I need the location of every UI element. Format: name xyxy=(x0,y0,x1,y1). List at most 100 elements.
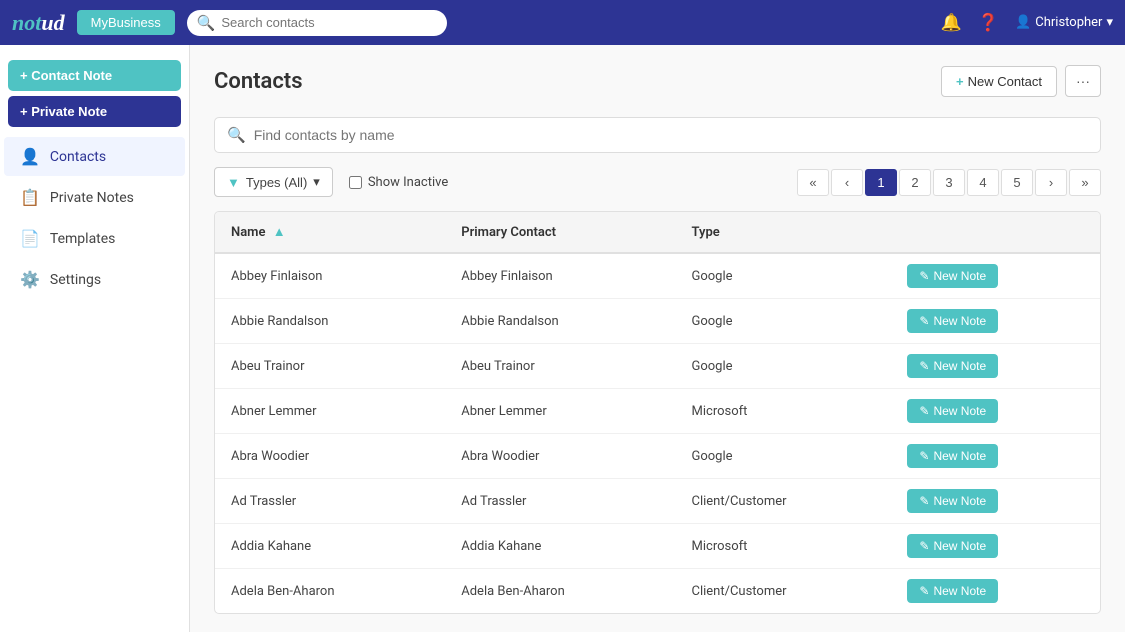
cell-type: Microsoft xyxy=(676,524,892,569)
cell-action: ✎ New Note xyxy=(891,299,1100,344)
cell-primary-contact: Abra Woodier xyxy=(445,434,675,479)
contacts-icon: 👤 xyxy=(20,147,40,166)
templates-icon: 📄 xyxy=(20,229,40,248)
table-row: Abbey Finlaison Abbey Finlaison Google ✎… xyxy=(215,253,1100,299)
page-header: Contacts + New Contact ··· xyxy=(214,65,1101,97)
user-icon: 👤 xyxy=(1015,15,1031,30)
new-note-button[interactable]: ✎ New Note xyxy=(907,444,998,468)
sidebar-item-label: Contacts xyxy=(50,149,106,165)
cell-primary-contact: Abbie Randalson xyxy=(445,299,675,344)
edit-icon: ✎ xyxy=(919,494,929,508)
cell-action: ✎ New Note xyxy=(891,524,1100,569)
show-inactive-checkbox[interactable] xyxy=(349,176,362,189)
column-name[interactable]: Name ▲ xyxy=(215,212,445,253)
cell-name: Abeu Trainor xyxy=(215,344,445,389)
sidebar-item-label: Templates xyxy=(50,231,116,247)
edit-icon: ✎ xyxy=(919,404,929,418)
pagination-last[interactable]: » xyxy=(1069,169,1101,196)
new-note-button[interactable]: ✎ New Note xyxy=(907,534,998,558)
nav-icons: 🔔 ❓ 👤 Christopher ▾ xyxy=(941,13,1113,33)
cell-type: Google xyxy=(676,344,892,389)
filter-icon: ▼ xyxy=(227,175,240,190)
pagination-next[interactable]: › xyxy=(1035,169,1067,196)
new-note-button[interactable]: ✎ New Note xyxy=(907,309,998,333)
cell-name: Abra Woodier xyxy=(215,434,445,479)
edit-icon: ✎ xyxy=(919,269,929,283)
pagination-prev[interactable]: ‹ xyxy=(831,169,863,196)
sidebar-item-templates[interactable]: 📄 Templates xyxy=(4,219,185,258)
cell-name: Adela Ben-Aharon xyxy=(215,569,445,614)
new-contact-button[interactable]: + New Contact xyxy=(941,66,1057,97)
cell-action: ✎ New Note xyxy=(891,479,1100,524)
main-content: Contacts + New Contact ··· 🔍 ▼ Types (Al… xyxy=(190,45,1125,632)
table-row: Addia Kahane Addia Kahane Microsoft ✎ Ne… xyxy=(215,524,1100,569)
user-name: Christopher xyxy=(1035,15,1102,30)
pagination-page-5[interactable]: 5 xyxy=(1001,169,1033,196)
pagination: « ‹ 1 2 3 4 5 › » xyxy=(797,169,1101,196)
cell-primary-contact: Adela Ben-Aharon xyxy=(445,569,675,614)
contacts-search-icon: 🔍 xyxy=(227,126,246,144)
contacts-search-input[interactable] xyxy=(254,127,1088,143)
layout: + Contact Note + Private Note 👤 Contacts… xyxy=(0,45,1125,632)
pagination-first[interactable]: « xyxy=(797,169,829,196)
edit-icon: ✎ xyxy=(919,314,929,328)
table-row: Abner Lemmer Abner Lemmer Microsoft ✎ Ne… xyxy=(215,389,1100,434)
cell-type: Google xyxy=(676,253,892,299)
table-row: Ad Trassler Ad Trassler Client/Customer … xyxy=(215,479,1100,524)
contacts-table: Name ▲ Primary Contact Type Abbey Finl xyxy=(214,211,1101,614)
global-search-bar: 🔍 xyxy=(187,10,447,36)
logo: notud xyxy=(12,10,65,36)
table-header-row: Name ▲ Primary Contact Type xyxy=(215,212,1100,253)
help-icon[interactable]: ❓ xyxy=(978,13,999,33)
types-filter-button[interactable]: ▼ Types (All) ▾ xyxy=(214,167,333,197)
sidebar-item-label: Settings xyxy=(50,272,101,288)
pagination-page-1[interactable]: 1 xyxy=(865,169,897,196)
more-options-button[interactable]: ··· xyxy=(1065,65,1101,97)
new-note-button[interactable]: ✎ New Note xyxy=(907,354,998,378)
contact-note-button[interactable]: + Contact Note xyxy=(8,60,181,91)
chevron-down-icon: ▾ xyxy=(1106,15,1113,30)
sidebar-item-settings[interactable]: ⚙️ Settings xyxy=(4,260,185,299)
pagination-page-3[interactable]: 3 xyxy=(933,169,965,196)
column-primary-contact[interactable]: Primary Contact xyxy=(445,212,675,253)
pagination-page-4[interactable]: 4 xyxy=(967,169,999,196)
notification-icon[interactable]: 🔔 xyxy=(941,13,962,33)
cell-name: Abner Lemmer xyxy=(215,389,445,434)
cell-type: Microsoft xyxy=(676,389,892,434)
sidebar-item-contacts[interactable]: 👤 Contacts xyxy=(4,137,185,176)
new-note-button[interactable]: ✎ New Note xyxy=(907,399,998,423)
new-note-button[interactable]: ✎ New Note xyxy=(907,264,998,288)
settings-icon: ⚙️ xyxy=(20,270,40,289)
table-row: Adela Ben-Aharon Adela Ben-Aharon Client… xyxy=(215,569,1100,614)
column-actions xyxy=(891,212,1100,253)
mybusiness-button[interactable]: MyBusiness xyxy=(77,10,175,35)
global-search-input[interactable] xyxy=(221,15,436,30)
cell-name: Abbey Finlaison xyxy=(215,253,445,299)
cell-action: ✎ New Note xyxy=(891,253,1100,299)
edit-icon: ✎ xyxy=(919,449,929,463)
cell-primary-contact: Abbey Finlaison xyxy=(445,253,675,299)
pagination-page-2[interactable]: 2 xyxy=(899,169,931,196)
filter-left: ▼ Types (All) ▾ Show Inactive xyxy=(214,167,448,197)
cell-name: Ad Trassler xyxy=(215,479,445,524)
contacts-search-bar: 🔍 xyxy=(214,117,1101,153)
sort-icon: ▲ xyxy=(273,225,286,240)
cell-action: ✎ New Note xyxy=(891,434,1100,479)
chevron-down-icon: ▾ xyxy=(313,174,320,190)
user-menu[interactable]: 👤 Christopher ▾ xyxy=(1015,15,1113,30)
cell-name: Abbie Randalson xyxy=(215,299,445,344)
plus-icon: + xyxy=(956,74,964,89)
new-note-button[interactable]: ✎ New Note xyxy=(907,489,998,513)
private-notes-icon: 📋 xyxy=(20,188,40,207)
table-row: Abeu Trainor Abeu Trainor Google ✎ New N… xyxy=(215,344,1100,389)
cell-action: ✎ New Note xyxy=(891,389,1100,434)
new-note-button[interactable]: ✎ New Note xyxy=(907,579,998,603)
cell-action: ✎ New Note xyxy=(891,344,1100,389)
private-note-button[interactable]: + Private Note xyxy=(8,96,181,127)
column-type[interactable]: Type xyxy=(676,212,892,253)
page-title: Contacts xyxy=(214,69,303,94)
table-row: Abra Woodier Abra Woodier Google ✎ New N… xyxy=(215,434,1100,479)
sidebar: + Contact Note + Private Note 👤 Contacts… xyxy=(0,45,190,632)
show-inactive-label[interactable]: Show Inactive xyxy=(349,175,448,190)
sidebar-item-private-notes[interactable]: 📋 Private Notes xyxy=(4,178,185,217)
